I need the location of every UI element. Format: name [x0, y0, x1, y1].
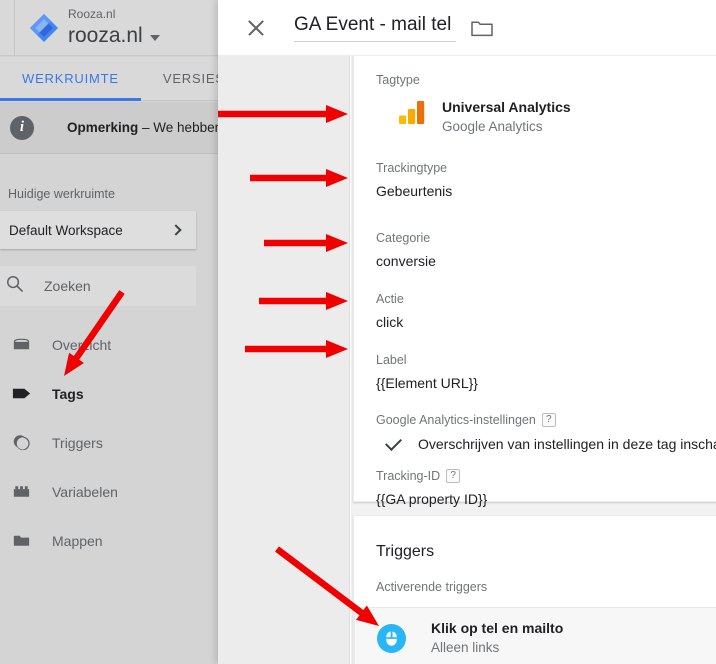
mouse-click-icon — [377, 623, 406, 653]
workspace-selector[interactable]: Default Workspace — [0, 211, 196, 249]
dialog-content-area: Tagtype Universal Analytics Google Analy… — [351, 55, 716, 664]
folder-icon[interactable] — [471, 19, 493, 37]
field-label: Tagtype — [376, 73, 420, 87]
field-trackingtype: Trackingtype Gebeurtenis — [376, 136, 716, 202]
field-value: click — [376, 314, 404, 330]
tracking-id-value: {{GA property ID}} — [376, 491, 488, 507]
triggers-card: Triggers Activerende triggers Klik op te… — [353, 515, 716, 664]
triggers-subtitle: Activerende triggers — [376, 580, 488, 594]
container-name: rooza.nl — [68, 24, 143, 47]
tag-configuration-card: Tagtype Universal Analytics Google Analy… — [353, 55, 716, 507]
tab-werkruimte[interactable]: WERKRUIMTE — [0, 57, 141, 101]
trigger-name: Klik op tel en mailto — [431, 620, 564, 636]
field-label: Google Analytics-instellingen? — [376, 408, 716, 432]
search-icon — [5, 274, 24, 298]
tag-detail-dialog: GA Event - mail tel Tagtype Universal An… — [218, 0, 716, 664]
account-name: Rooza.nl — [68, 7, 116, 21]
field-label: Categorie — [376, 231, 431, 245]
field-label: Trackingtype — [376, 161, 448, 175]
field-value: Gebeurtenis — [376, 183, 453, 199]
sidebar-item-label: Variabelen — [52, 483, 118, 500]
trigger-sub: Alleen links — [431, 640, 500, 655]
dialog-header: GA Event - mail tel — [218, 0, 716, 55]
field-tracking-id: Tracking-ID? {{GA property ID}} — [376, 452, 716, 510]
override-settings-label: Overschrijven van instellingen in deze t… — [418, 436, 716, 452]
sidebar-item-label: Overzicht — [52, 336, 112, 353]
field-tagtype: Tagtype — [376, 56, 716, 92]
field-label-param: Label {{Element URL}} — [376, 333, 716, 394]
folder-icon — [10, 530, 32, 552]
field-value: {{Element URL}} — [376, 375, 478, 391]
tag-icon — [10, 383, 32, 405]
info-icon: i — [10, 115, 34, 140]
trigger-list-item[interactable]: Klik op tel en mailto Alleen links — [354, 607, 716, 664]
variables-icon — [10, 481, 32, 503]
sidebar-item-label: Triggers — [52, 434, 103, 451]
tag-name-field[interactable]: GA Event - mail tel — [294, 14, 456, 42]
workspace-name: Default Workspace — [9, 222, 123, 238]
chevron-right-icon — [170, 224, 182, 236]
field-label: Tracking-ID? — [376, 464, 716, 488]
field-ga-settings: Google Analytics-instellingen? Overschri… — [376, 394, 716, 452]
trigger-icon — [10, 432, 32, 454]
search-input[interactable]: Zoeken — [0, 266, 196, 306]
tagtype-name: Universal Analytics — [442, 99, 571, 115]
account-container-info[interactable]: Rooza.nl rooza.nl — [68, 6, 160, 49]
field-label: Actie — [376, 292, 404, 306]
field-actie: Actie click — [376, 272, 716, 333]
ga-settings-label: Google Analytics-instellingen — [376, 413, 536, 427]
chevron-down-icon[interactable] — [149, 35, 160, 41]
tagtype-value-row[interactable]: Universal Analytics Google Analytics — [376, 98, 716, 136]
google-analytics-icon — [398, 100, 426, 125]
field-value: conversie — [376, 253, 436, 269]
sidebar-item-label: Tags — [52, 385, 84, 402]
dialog-left-gutter — [218, 55, 350, 664]
help-icon[interactable]: ? — [446, 469, 461, 483]
screen: Rooza.nl rooza.nl WERKRUIMTE VERSIES i O… — [0, 0, 716, 664]
override-settings-checkbox[interactable]: Overschrijven van instellingen in deze t… — [376, 433, 716, 452]
overview-icon — [10, 334, 32, 356]
field-categorie: Categorie conversie — [376, 202, 716, 272]
help-icon[interactable]: ? — [541, 413, 556, 427]
notification-strong: Opmerking — [67, 120, 139, 135]
search-placeholder: Zoeken — [44, 278, 91, 294]
checkmark-icon — [385, 433, 402, 451]
triggers-title: Triggers — [376, 543, 435, 560]
dialog-body: Tagtype Universal Analytics Google Analy… — [218, 55, 716, 664]
close-icon[interactable] — [246, 18, 266, 38]
tagtype-sub: Google Analytics — [442, 119, 543, 134]
field-label: Label — [376, 353, 407, 367]
topbar-divider — [14, 0, 15, 56]
tracking-id-label: Tracking-ID — [376, 469, 441, 483]
gtm-diamond-logo — [30, 14, 58, 42]
sidebar-item-label: Mappen — [52, 532, 103, 549]
